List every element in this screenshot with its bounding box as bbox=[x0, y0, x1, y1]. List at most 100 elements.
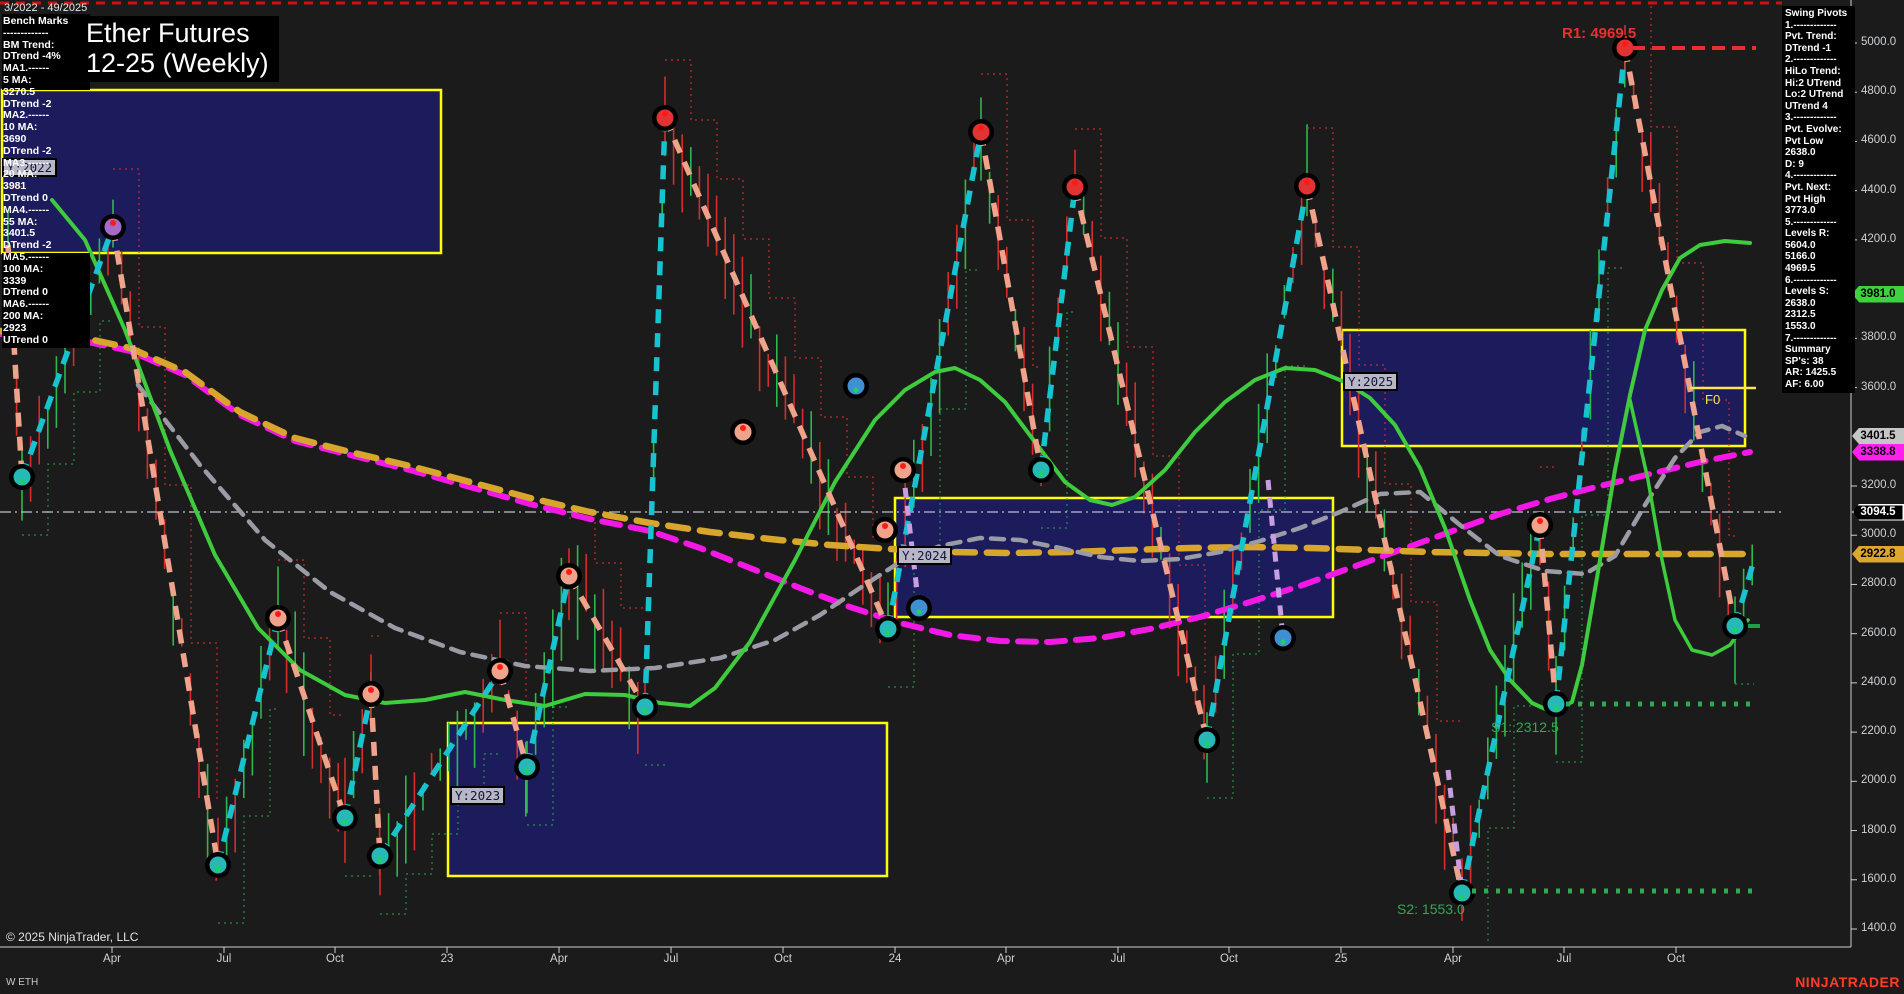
swing-pivots-line: 6.------------- bbox=[1785, 274, 1837, 286]
price-tick-label: 4800.0 bbox=[1861, 85, 1897, 98]
benchmarks-line: 5 MA: bbox=[3, 73, 32, 86]
time-tick-label: 25 bbox=[1334, 953, 1348, 965]
pivot-marker-red bbox=[1294, 173, 1320, 199]
pivot-marker-low bbox=[875, 616, 901, 642]
level-label-s1: S1: 2312.5 bbox=[1491, 719, 1559, 735]
chart-canvas[interactable]: R1: 4969.5 S1: 2312.5 S2: 1553.0 F0 bbox=[0, 0, 1904, 994]
swing-pivots-line: 1553.0 bbox=[1785, 321, 1816, 333]
swing-pivots-line: 3773.0 bbox=[1785, 205, 1816, 217]
price-tick-label: 2800.0 bbox=[1861, 577, 1897, 590]
benchmarks-line: 3270.5 bbox=[3, 85, 36, 98]
level-label-r1: R1: 4969.5 bbox=[1562, 25, 1636, 42]
swing-pivots-line: Pvt High bbox=[1785, 193, 1826, 205]
ninjatrader-logo: NINJATRADER bbox=[1795, 974, 1900, 990]
time-tick-label: Jul bbox=[1110, 953, 1126, 965]
price-tick-label: 5000.0 bbox=[1861, 36, 1897, 48]
benchmarks-panel: Bench Marks ------------- BM Trend: DTrend … bbox=[3, 15, 89, 346]
date-range-label: 3/2022 - 49/2025 bbox=[4, 2, 88, 14]
swing-pivots-line: Pvt. Next: bbox=[1785, 181, 1832, 193]
pivot-marker-low bbox=[9, 464, 35, 490]
price-tick-label: 2400.0 bbox=[1861, 675, 1897, 688]
price-badge: 3401.5 bbox=[1852, 427, 1904, 445]
price-tick-label: 1400.0 bbox=[1861, 922, 1897, 934]
pivot-marker-high bbox=[556, 563, 582, 589]
price-tick-label: 4200.0 bbox=[1861, 232, 1897, 245]
pivot-marker-low bbox=[1194, 727, 1220, 753]
swing-pivots-line: 3.------------- bbox=[1785, 112, 1837, 124]
swing-pivots-line: AF: 6.00 bbox=[1785, 379, 1824, 390]
swing-pivots-line: 2638.0 bbox=[1785, 147, 1816, 159]
year-label-2024: Y:2024 bbox=[897, 546, 953, 565]
level-label-f0: F0 bbox=[1705, 392, 1720, 407]
price-badge: 2922.8 bbox=[1852, 545, 1904, 563]
swing-pivots-line: SP's: 38 bbox=[1785, 355, 1824, 367]
swing-pivots-line: 5166.0 bbox=[1785, 251, 1816, 263]
copyright-label: © 2025 NinjaTrader, LLC bbox=[6, 930, 139, 944]
instrument-label: W ETH bbox=[6, 977, 39, 988]
swing-pivots-line: D: 9 bbox=[1785, 158, 1804, 170]
benchmarks-line: DTrend 0 bbox=[3, 191, 48, 204]
time-tick-label: Jul bbox=[216, 953, 232, 965]
swing-pivots-line: Lo:2 UTrend bbox=[1785, 89, 1844, 101]
time-tick-label: Oct bbox=[1667, 953, 1685, 965]
year-box-2023 bbox=[446, 721, 889, 878]
swing-pivots-line: DTrend -1 bbox=[1785, 42, 1832, 54]
swing-pivots-line: HiLo Trend: bbox=[1785, 65, 1841, 77]
benchmarks-line: MA5.------ bbox=[3, 250, 50, 263]
benchmarks-line: 2923 bbox=[3, 321, 27, 334]
swing-pivots-line: 4.------------- bbox=[1785, 170, 1837, 182]
pivot-marker-violet bbox=[100, 214, 126, 240]
swing-pivots-line: Levels S: bbox=[1785, 286, 1829, 298]
pivot-marker-low bbox=[514, 754, 540, 780]
swing-pivots-line: Summary bbox=[1785, 344, 1831, 356]
swing-pivots-line: 1.------------- bbox=[1785, 19, 1837, 31]
price-tick-label: 3200.0 bbox=[1861, 479, 1897, 491]
swing-pivots-line: 5604.0 bbox=[1785, 239, 1816, 251]
price-tick-label: 2200.0 bbox=[1861, 725, 1897, 738]
price-badge: 3981.0 bbox=[1852, 285, 1904, 303]
price-badge: 3094.5 bbox=[1852, 503, 1904, 521]
chart-title: Ether Futures 12-25 (Weekly) bbox=[74, 16, 279, 82]
pivot-marker-high bbox=[890, 457, 916, 483]
pivot-marker-blue bbox=[1270, 625, 1296, 651]
pivot-marker-high bbox=[358, 681, 384, 707]
time-tick-label: Apr bbox=[1444, 953, 1462, 965]
pivot-marker-high bbox=[265, 605, 291, 631]
benchmarks-line: 3690 bbox=[3, 132, 27, 145]
swing-pivots-line: Pvt. Trend: bbox=[1785, 31, 1837, 43]
swing-pivots-line: Swing Pivots bbox=[1785, 8, 1848, 19]
pivot-marker-high bbox=[872, 517, 898, 543]
price-tick-label: 2600.0 bbox=[1861, 626, 1897, 639]
swing-pivots-line: AR: 1425.5 bbox=[1785, 367, 1837, 379]
price-tick-label: 2000.0 bbox=[1861, 774, 1897, 787]
benchmarks-line: MA4.------ bbox=[3, 203, 50, 216]
time-tick-label: Apr bbox=[103, 953, 121, 965]
price-tick-label: 1600.0 bbox=[1861, 872, 1897, 885]
pivot-marker-blue bbox=[906, 595, 932, 621]
time-tick-label: 24 bbox=[888, 953, 902, 965]
pivot-marker-blue bbox=[843, 373, 869, 399]
price-tick-label: 3800.0 bbox=[1861, 331, 1897, 344]
benchmarks-line: DTrend -2 bbox=[3, 144, 52, 157]
swing-pivots-line: 5.------------- bbox=[1785, 216, 1837, 228]
level-label-s2: S2: 1553.0 bbox=[1397, 901, 1465, 917]
chart-title-line1: Ether Futures bbox=[86, 18, 250, 48]
swing-pivots-panel: Swing Pivots 1.------------- Pvt. Trend: DT… bbox=[1782, 6, 1855, 393]
pivot-marker-low bbox=[632, 694, 658, 720]
pivot-marker-low bbox=[367, 843, 393, 869]
swing-pivots-line: 2.------------- bbox=[1785, 54, 1837, 66]
ninjatrader-chart-window: { "header": { "range_label": "3/2022 - 4… bbox=[0, 0, 1904, 994]
pivot-marker-low bbox=[1028, 457, 1054, 483]
time-tick-label: Jul bbox=[663, 953, 679, 965]
time-tick-label: Jul bbox=[1556, 953, 1572, 965]
time-tick-label: Oct bbox=[774, 953, 792, 965]
swing-pivots-line: Pvt Low bbox=[1785, 135, 1824, 147]
swing-pivots-line: 2638.0 bbox=[1785, 297, 1816, 309]
price-badge: 3338.8 bbox=[1852, 443, 1904, 461]
pivot-marker-high bbox=[1527, 512, 1553, 538]
price-tick-label: 1800.0 bbox=[1861, 823, 1897, 836]
benchmarks-line: 100 MA: bbox=[3, 262, 44, 275]
time-tick-label: Apr bbox=[997, 953, 1015, 965]
price-tick-label: 4400.0 bbox=[1861, 183, 1897, 196]
pivot-marker-high bbox=[487, 658, 513, 684]
